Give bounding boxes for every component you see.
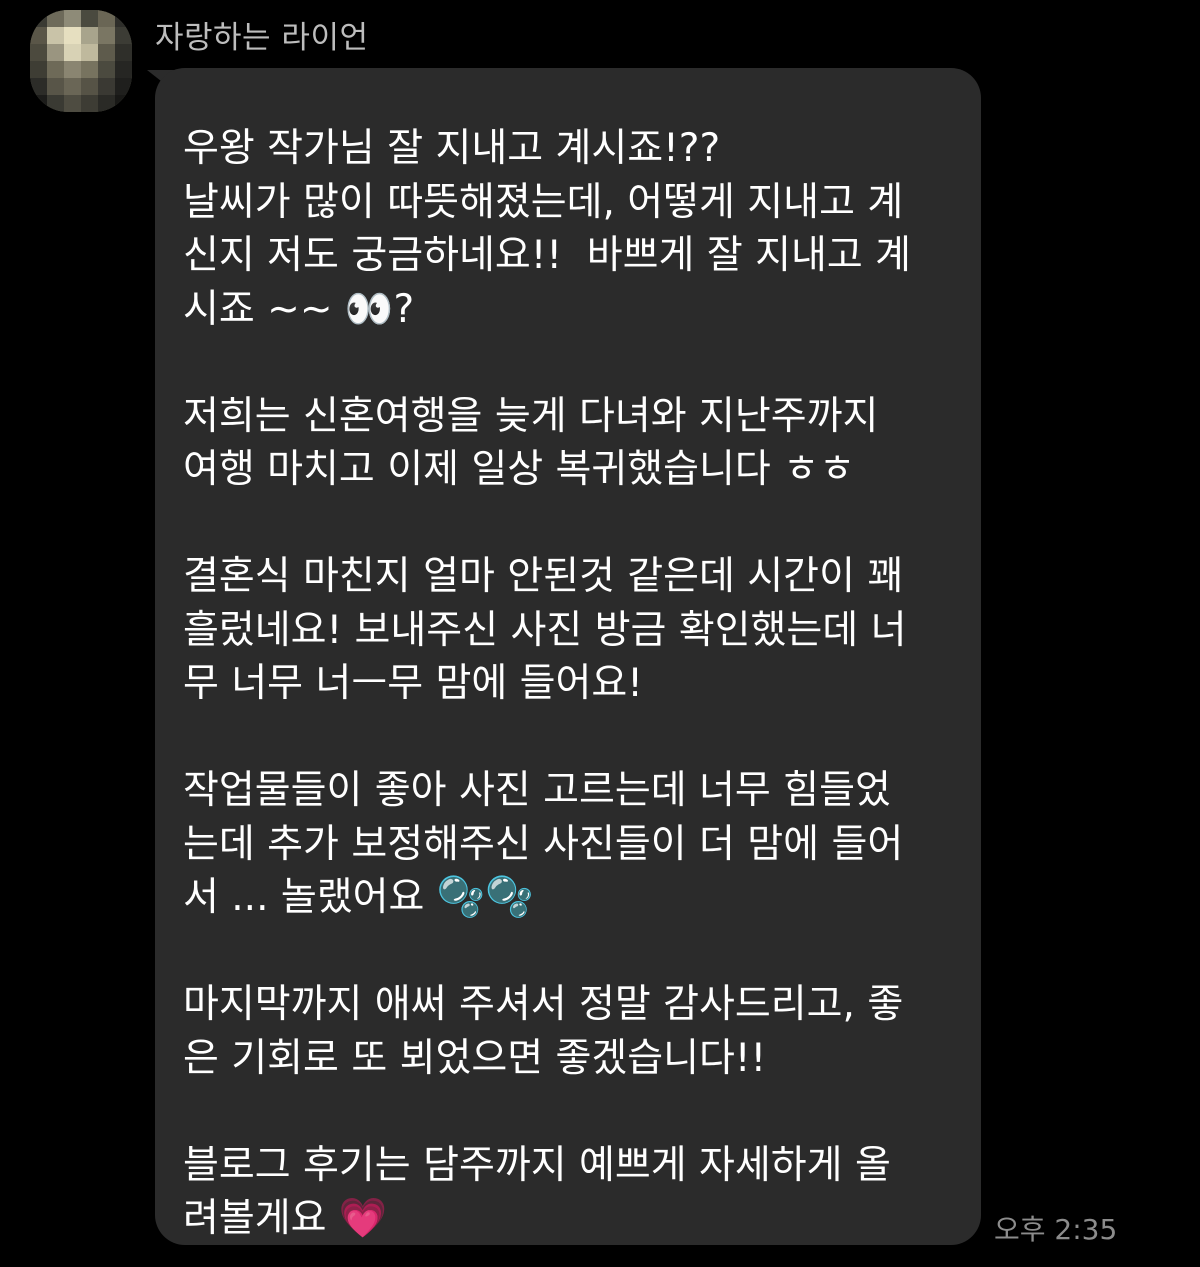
avatar-pixel bbox=[30, 27, 47, 44]
avatar-pixel bbox=[47, 10, 64, 27]
avatar-pixel bbox=[98, 61, 115, 78]
sender-name: 자랑하는 라이언 bbox=[155, 20, 369, 56]
avatar-pixel bbox=[81, 95, 98, 112]
avatar-pixel bbox=[115, 10, 132, 27]
avatar-pixel bbox=[115, 95, 132, 112]
message-line: 날씨가 많이 따뜻해졌는데, 어떻게 지내고 계 bbox=[183, 179, 904, 225]
avatar-pixel bbox=[47, 27, 64, 44]
avatar-pixel bbox=[81, 10, 98, 27]
message-line: 결혼식 마친지 얼마 안된것 같은데 시간이 꽤 bbox=[183, 554, 904, 599]
avatar-pixel bbox=[98, 78, 115, 95]
avatar-pixel bbox=[47, 78, 64, 95]
message-line: 저희는 신혼여행을 늦게 다녀와 지난주까지 bbox=[183, 393, 879, 439]
avatar-pixel bbox=[30, 61, 47, 78]
avatar-pixel bbox=[115, 78, 132, 95]
avatar-pixel bbox=[98, 95, 115, 112]
message-bubble[interactable]: 우왕 작가님 잘 지내고 계시죠!?? 날씨가 많이 따뜻해졌는데, 어떻게 지내… bbox=[155, 68, 981, 1245]
avatar-pixel bbox=[81, 61, 98, 78]
avatar-pixel bbox=[30, 78, 47, 95]
message-line: 는데 추가 보정해주신 사진들이 더 맘에 들어 bbox=[183, 821, 904, 867]
avatar-pixel bbox=[115, 44, 132, 61]
message-line: 작업물들이 좋아 사진 고르는데 너무 힘들었 bbox=[183, 768, 891, 813]
avatar-pixel bbox=[30, 44, 47, 61]
avatar-pixel bbox=[30, 10, 47, 27]
avatar-pixel bbox=[64, 10, 81, 27]
message-line: 은 기회로 또 뵈었으면 좋겠습니다!! bbox=[183, 1035, 767, 1081]
message-line: 마지막까지 애써 주셔서 정말 감사드리고, 좋 bbox=[183, 982, 904, 1027]
message-line: 서 ... 놀랬어요 🫧🫧 bbox=[183, 875, 534, 920]
message-line: 여행 마치고 이제 일상 복귀했습니다 ㅎㅎ bbox=[183, 447, 855, 492]
avatar-pixel bbox=[98, 44, 115, 61]
message-line: 우왕 작가님 잘 지내고 계시죠!?? bbox=[183, 126, 721, 171]
avatar-pixel bbox=[64, 78, 81, 95]
avatar-pixel bbox=[98, 27, 115, 44]
avatar-pixel bbox=[115, 27, 132, 44]
avatar-pixel bbox=[47, 95, 64, 112]
avatar-pixel bbox=[81, 44, 98, 61]
message-line: 무 너무 너ㅡ무 맘에 들어요! bbox=[183, 661, 643, 706]
avatar-pixel bbox=[81, 78, 98, 95]
message-line: 신지 저도 궁금하네요!! 바쁘게 잘 지내고 계 bbox=[183, 233, 912, 278]
message-line: 려볼게요 💗 bbox=[183, 1196, 388, 1241]
sender-avatar[interactable] bbox=[30, 10, 132, 112]
avatar-pixel bbox=[64, 44, 81, 61]
avatar-pixel bbox=[64, 27, 81, 44]
avatar-pixel bbox=[64, 95, 81, 112]
avatar-pixel bbox=[47, 44, 64, 61]
message-line: 시죠 ~~ 👀? bbox=[183, 286, 415, 332]
avatar-pixel bbox=[81, 27, 98, 44]
message-line: 흘렀네요! 보내주신 사진 방금 확인했는데 너 bbox=[183, 607, 907, 653]
avatar-pixel bbox=[47, 61, 64, 78]
avatar-pixel bbox=[98, 10, 115, 27]
avatar-pixel bbox=[30, 95, 47, 112]
message-timestamp: 오후 2:35 bbox=[994, 1213, 1118, 1246]
avatar-pixel bbox=[115, 61, 132, 78]
avatar-pixel bbox=[64, 61, 81, 78]
message-line: 블로그 후기는 담주까지 예쁘게 자세하게 올 bbox=[183, 1142, 891, 1188]
